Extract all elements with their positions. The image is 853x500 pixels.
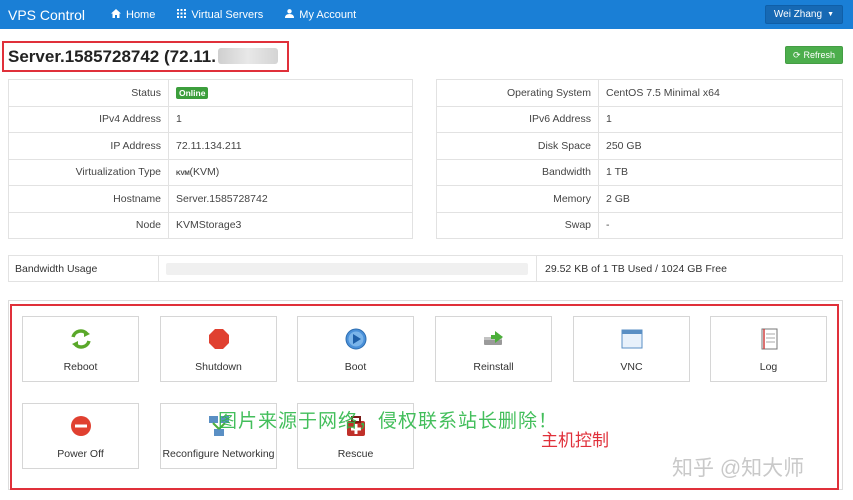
table-row: Virtualization Type KVM(KVM) [8,158,413,186]
ip-key: IP Address [8,132,169,160]
bandwidth-value: 1 TB [598,158,843,186]
table-row: Node KVMStorage3 [8,211,413,239]
watermark-red-text: 主机控制 [541,431,609,450]
user-name: Wei Zhang [773,9,823,20]
refresh-icon: ⟳ [792,49,801,60]
watermark-zhihu-text: 知乎 @知大师 [672,457,805,480]
home-icon [111,8,121,21]
table-row: Hostname Server.1585728742 [8,185,413,213]
node-key: Node [8,211,169,239]
ipv6-value: 1 [598,105,843,133]
table-row: IP Address 72.11.134.211 [8,132,413,160]
os-key: Operating System [436,79,599,107]
ipv4-value: 1 [168,105,413,133]
table-row: Bandwidth 1 TB [436,158,843,186]
bandwidth-key: Bandwidth [436,158,599,186]
bandwidth-bar-cell [159,256,537,281]
refresh-label: Refresh [803,50,836,60]
status-value: Online [168,79,413,107]
grid-icon [177,8,187,21]
table-row: Status Online [8,79,413,107]
os-value: CentOS 7.5 Minimal x64 [598,79,843,107]
virtualization-text: (KVM) [189,166,220,179]
nav-virtual-servers[interactable]: Virtual Servers [177,8,264,21]
table-row: IPv4 Address 1 [8,105,413,133]
node-value: KVMStorage3 [168,211,413,239]
ipv6-key: IPv6 Address [436,105,599,133]
top-navbar: VPS Control Home Virtual Servers My Acco… [0,0,853,29]
nav-home-label: Home [126,8,156,21]
server-info-table-right: Operating System CentOS 7.5 Minimal x64 … [436,79,843,239]
table-row: Disk Space 250 GB [436,132,843,160]
hostname-value: Server.1585728742 [168,185,413,213]
memory-key: Memory [436,185,599,213]
nav-home[interactable]: Home [111,8,156,21]
table-row: IPv6 Address 1 [436,105,843,133]
refresh-button[interactable]: ⟳ Refresh [785,46,843,64]
ipv4-key: IPv4 Address [8,105,169,133]
swap-key: Swap [436,211,599,239]
server-info-table-left: Status Online IPv4 Address 1 IP Address … [8,79,413,239]
nav-my-account[interactable]: My Account [285,9,356,21]
kvm-logo: KVM [176,170,190,178]
swap-value: - [598,211,843,239]
user-menu-button[interactable]: Wei Zhang ▼ [764,5,843,24]
bandwidth-progress-bar [166,262,528,275]
bandwidth-usage-label: Bandwidth Usage [9,256,159,281]
bandwidth-usage-row: Bandwidth Usage 29.52 KB of 1 TB Used / … [8,255,843,282]
disk-key: Disk Space [436,132,599,160]
watermark-green-text: 图片来源于网络，侵权联系站长删除！ [218,411,559,432]
ip-value: 72.11.134.211 [168,132,413,160]
nav-my-account-label: My Account [299,8,357,21]
caret-down-icon: ▼ [827,11,834,18]
table-row: Operating System CentOS 7.5 Minimal x64 [436,79,843,107]
virtualization-key: Virtualization Type [8,158,169,186]
brand-logo[interactable]: VPS Control [8,7,111,23]
status-badge: Online [176,86,209,99]
status-key: Status [8,79,169,107]
bandwidth-usage-text: 29.52 KB of 1 TB Used / 1024 GB Free [545,262,727,275]
virtualization-value: KVM(KVM) [168,158,413,186]
table-row: Swap - [436,211,843,239]
table-row: Memory 2 GB [436,185,843,213]
hostname-key: Hostname [8,185,169,213]
user-icon [285,8,295,21]
title-highlight-box [2,41,289,72]
disk-value: 250 GB [598,132,843,160]
memory-value: 2 GB [598,185,843,213]
nav-virtual-servers-label: Virtual Servers [191,8,264,21]
